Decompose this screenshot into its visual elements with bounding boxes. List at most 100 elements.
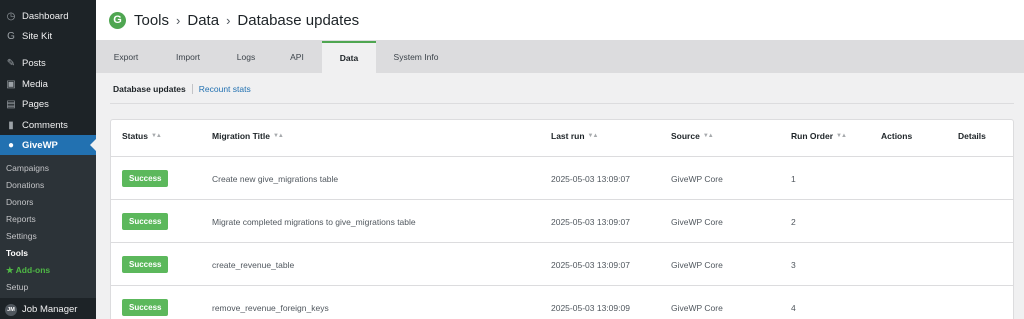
source-cell: GiveWP Core	[671, 302, 723, 313]
tab-export[interactable]: Export	[96, 41, 156, 73]
sidebar-item-label: Comments	[22, 119, 68, 131]
column-label: Last run	[551, 131, 585, 141]
tab-bar: Export Import Logs API Data System Info	[96, 41, 1024, 73]
submenu-donations[interactable]: Donations	[6, 180, 44, 190]
submenu-reports[interactable]: Reports	[6, 214, 36, 224]
sidebar-item-site-kit[interactable]: G Site Kit	[0, 26, 96, 46]
column-header-last-run[interactable]: Last run ▼▲	[551, 131, 599, 141]
last-run-cell: 2025-05-03 13:09:09	[551, 302, 630, 313]
sidebar-item-label: Job Manager	[22, 304, 78, 315]
column-header-source[interactable]: Source ▼▲	[671, 131, 714, 141]
source-cell: GiveWP Core	[671, 259, 723, 270]
run-order-cell: 4	[791, 302, 796, 313]
sidebar-item-label: Posts	[22, 57, 46, 69]
table-row: Success remove_revenue_foreign_keys 2025…	[111, 285, 1013, 319]
status-badge: Success	[122, 213, 169, 230]
tab-import[interactable]: Import	[156, 41, 220, 73]
tab-system-info[interactable]: System Info	[376, 41, 456, 73]
sort-icon: ▼▲	[836, 133, 847, 139]
subnav-recount-stats-link[interactable]: Recount stats	[199, 84, 251, 94]
sidebar-item-label: Pages	[22, 98, 49, 110]
column-label: Source	[671, 131, 700, 141]
sort-icon: ▼▲	[587, 133, 599, 139]
column-label: Run Order	[791, 131, 834, 141]
submenu-add-ons[interactable]: ★ Add-ons	[6, 265, 50, 276]
sidebar-item-label: Site Kit	[22, 30, 53, 42]
last-run-cell: 2025-05-03 13:09:07	[551, 173, 630, 184]
migration-title-cell: Migrate completed migrations to give_mig…	[212, 216, 416, 227]
submenu-tools[interactable]: Tools	[6, 248, 28, 258]
run-order-cell: 2	[791, 216, 796, 227]
sidebar-item-label: Media	[22, 78, 48, 90]
table-row: Success Create new give_migrations table…	[111, 156, 1013, 199]
tab-logs[interactable]: Logs	[220, 41, 272, 73]
table-row: Success Migrate completed migrations to …	[111, 199, 1013, 242]
sort-icon: ▼▲	[272, 133, 284, 139]
status-cell: Success	[122, 200, 169, 243]
status-badge: Success	[122, 256, 169, 273]
pages-icon: ▤	[6, 98, 16, 110]
migration-title-cell: remove_revenue_foreign_keys	[212, 302, 329, 313]
migration-title-cell: Create new give_migrations table	[212, 173, 339, 184]
status-cell: Success	[122, 286, 169, 319]
sidebar-item-comments[interactable]: ▮ Comments	[0, 115, 96, 135]
breadcrumb-tools[interactable]: Tools	[134, 12, 169, 29]
sitekit-icon: G	[7, 30, 15, 42]
sort-icon: ▼▲	[702, 133, 714, 139]
migrations-table: Status ▼▲ Migration Title ▼▲ Last run ▼▲…	[110, 119, 1014, 319]
sidebar-item-givewp[interactable]: ● GiveWP	[0, 135, 96, 155]
submenu-setup[interactable]: Setup	[6, 282, 28, 292]
givewp-submenu: Campaigns Donations Donors Reports Setti…	[0, 155, 96, 298]
column-label: Migration Title	[212, 131, 270, 141]
breadcrumb: Tools › Data › Database updates	[134, 12, 359, 29]
givewp-logo-icon: G	[109, 11, 126, 29]
status-badge: Success	[122, 299, 169, 316]
divider	[110, 103, 1014, 104]
tab-data[interactable]: Data	[322, 41, 376, 73]
breadcrumb-data[interactable]: Data	[187, 12, 219, 29]
last-run-cell: 2025-05-03 13:09:07	[551, 259, 630, 270]
submenu-donors[interactable]: Donors	[6, 197, 33, 207]
page-title: Database updates	[237, 11, 360, 29]
chevron-right-icon: ›	[176, 12, 181, 28]
source-cell: GiveWP Core	[671, 216, 723, 227]
page-header: G Tools › Data › Database updates	[96, 0, 1024, 41]
submenu-campaigns[interactable]: Campaigns	[6, 163, 49, 173]
run-order-cell: 3	[791, 259, 796, 270]
status-badge: Success	[122, 170, 169, 187]
subnav-divider	[191, 84, 193, 94]
tab-api[interactable]: API	[272, 41, 322, 73]
subnav-database-updates[interactable]: Database updates	[113, 84, 186, 94]
sidebar-item-posts[interactable]: ✎ Posts	[0, 53, 96, 73]
column-header-actions: Actions	[881, 131, 913, 141]
givewp-icon: ●	[7, 139, 15, 151]
sidebar-item-label: Dashboard	[22, 10, 69, 22]
chevron-right-icon: ›	[226, 12, 231, 28]
column-header-migration-title[interactable]: Migration Title ▼▲	[212, 131, 284, 141]
sidebar-item-job-manager[interactable]: JM Job Manager	[0, 300, 96, 319]
sidebar-item-dashboard[interactable]: ◷ Dashboard	[0, 6, 96, 26]
column-label: Status	[122, 131, 148, 141]
last-run-cell: 2025-05-03 13:09:07	[551, 216, 630, 227]
current-menu-arrow	[90, 139, 96, 151]
column-header-status[interactable]: Status ▼▲	[122, 131, 162, 141]
source-cell: GiveWP Core	[671, 173, 723, 184]
column-header-run-order[interactable]: Run Order ▼▲	[791, 131, 847, 141]
status-cell: Success	[122, 243, 169, 286]
media-icon: ▣	[6, 78, 16, 90]
comments-icon: ▮	[8, 119, 14, 131]
migration-title-cell: create_revenue_table	[212, 259, 295, 270]
admin-sidebar: ◷ Dashboard G Site Kit ✎ Posts ▣ Media ▤…	[0, 0, 96, 319]
sidebar-item-media[interactable]: ▣ Media	[0, 74, 96, 94]
run-order-cell: 1	[791, 173, 796, 184]
status-cell: Success	[122, 157, 169, 200]
sidebar-item-label: GiveWP	[22, 139, 58, 151]
dashboard-icon: ◷	[6, 10, 16, 22]
table-row: Success create_revenue_table 2025-05-03 …	[111, 242, 1013, 285]
sub-navigation: Database updates Recount stats	[113, 84, 251, 94]
job-manager-icon: JM	[5, 303, 17, 316]
sidebar-item-pages[interactable]: ▤ Pages	[0, 94, 96, 114]
pin-icon: ✎	[6, 57, 16, 69]
submenu-settings[interactable]: Settings	[6, 231, 37, 241]
column-header-details: Details	[958, 131, 986, 141]
